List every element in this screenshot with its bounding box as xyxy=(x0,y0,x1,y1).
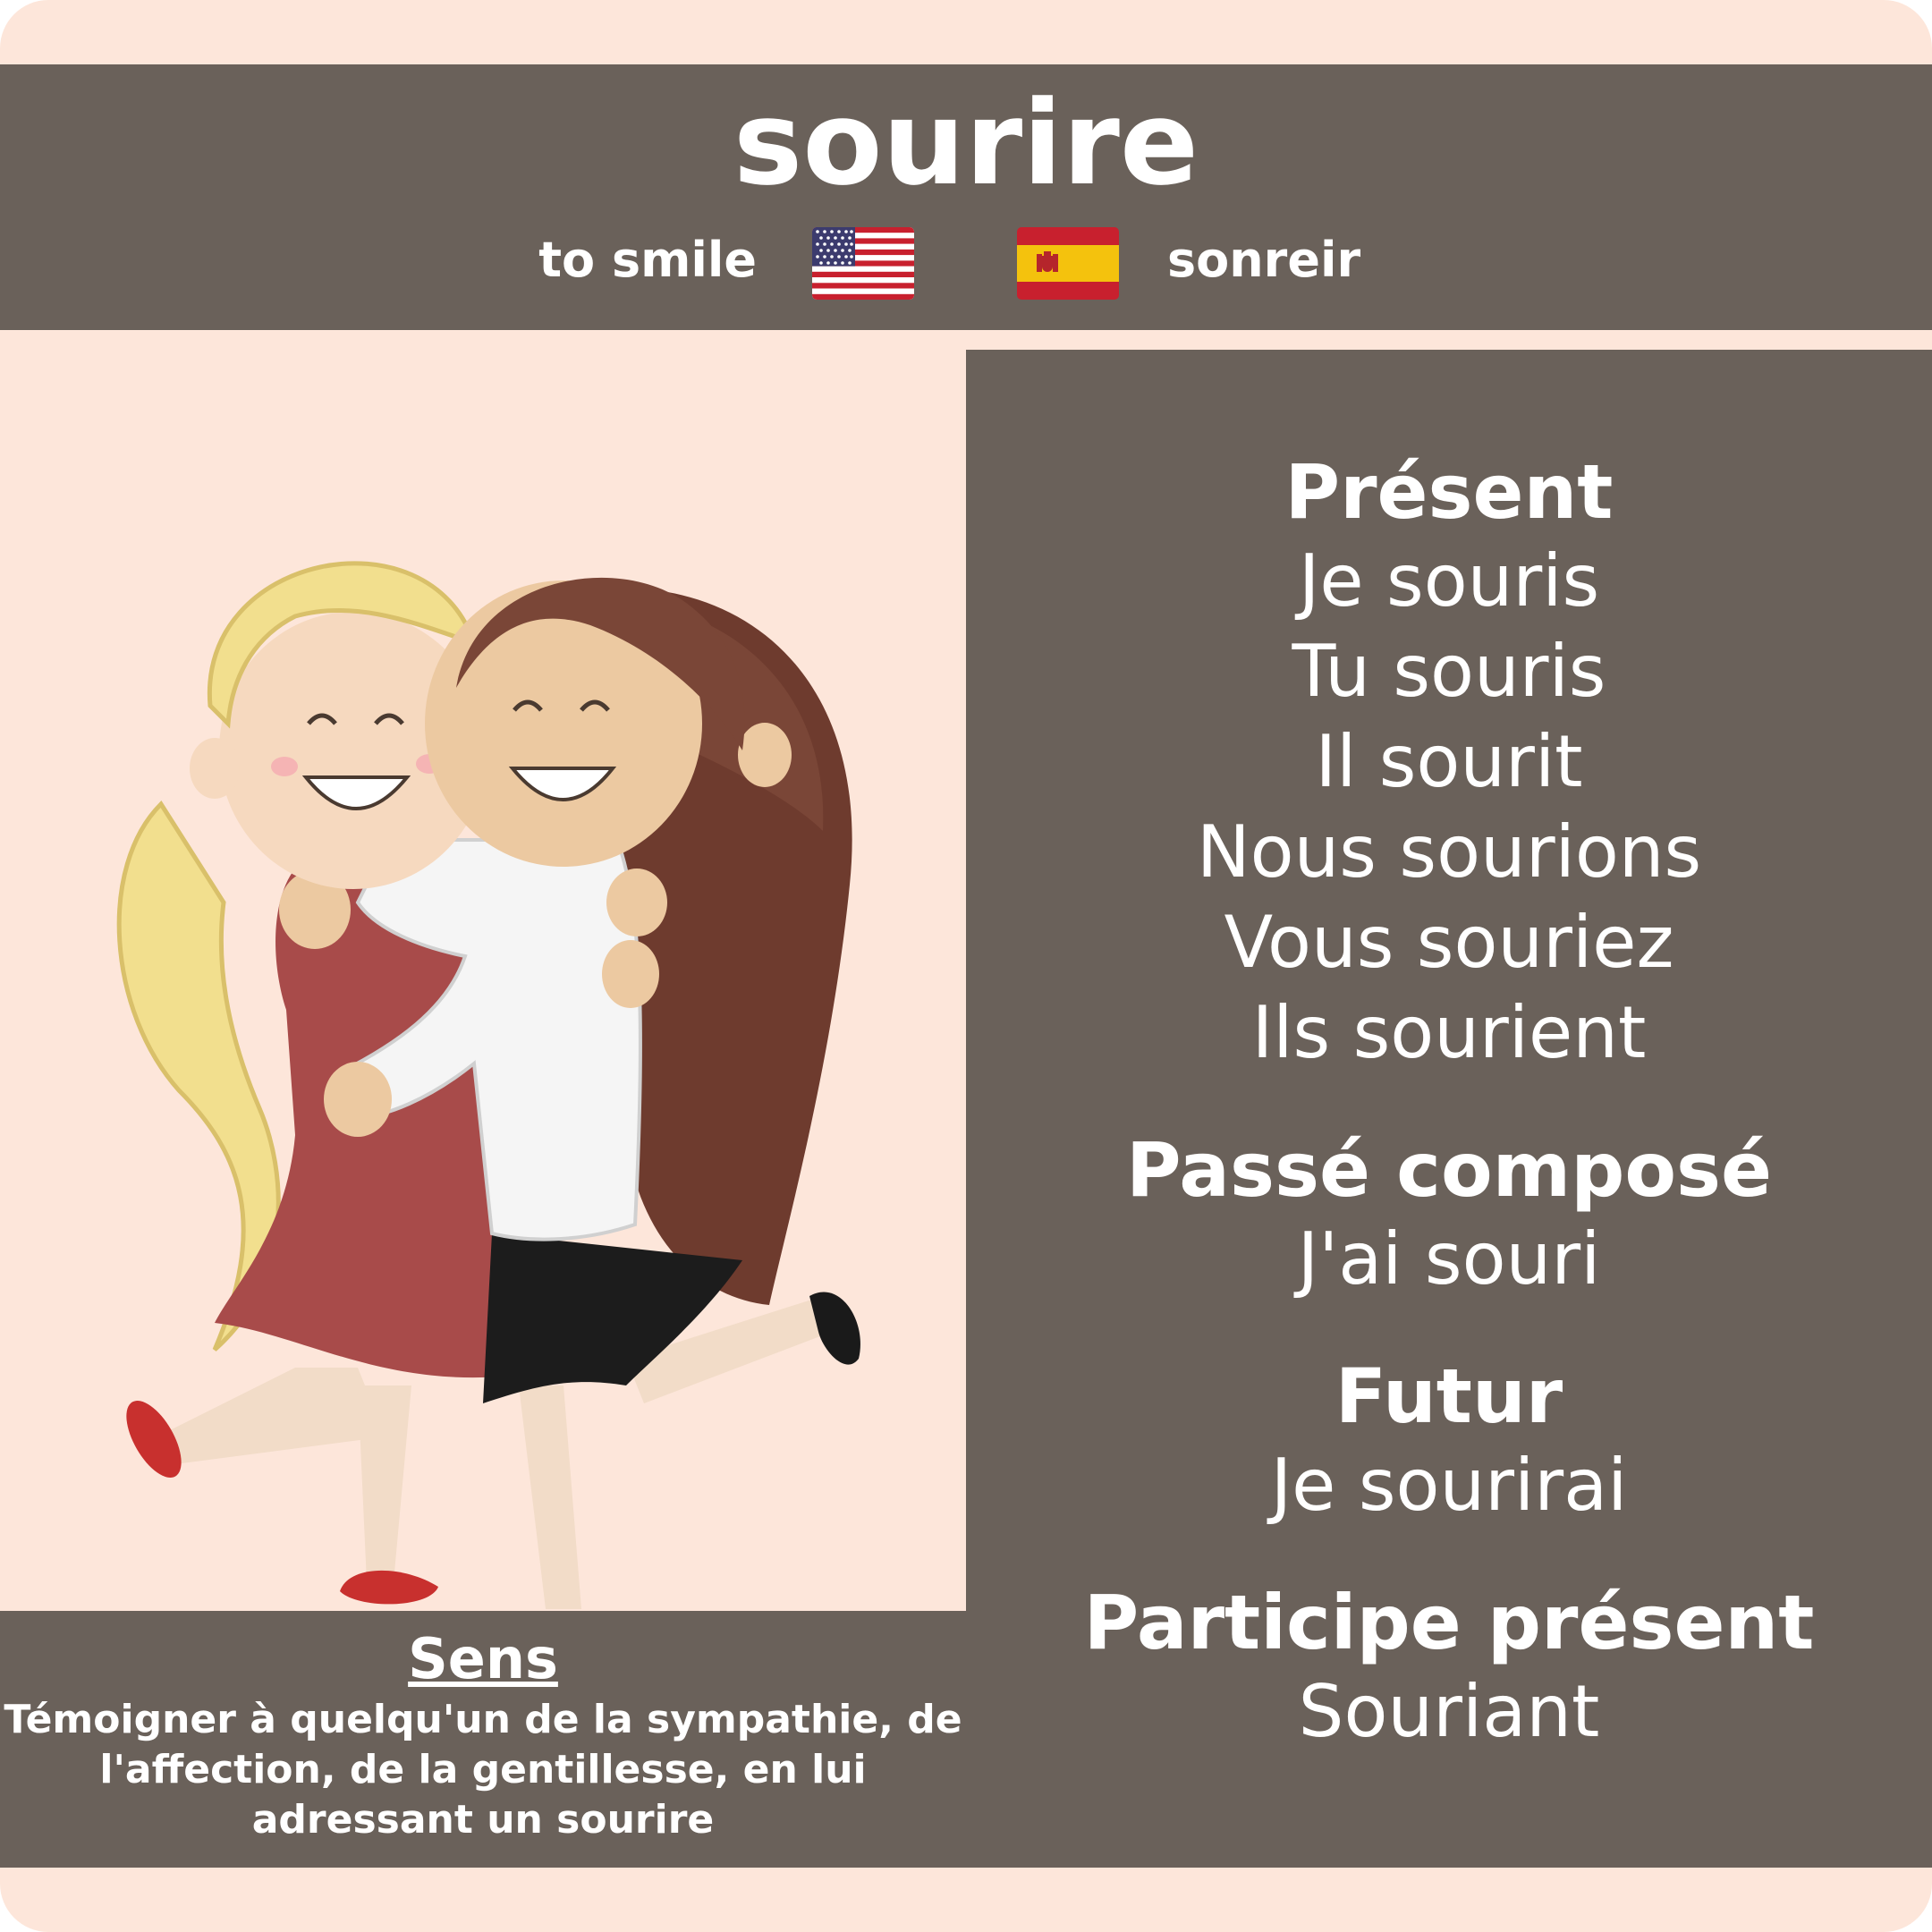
present-form-vous: Vous souriez xyxy=(1224,901,1674,984)
tense-present-title: Présent xyxy=(1284,448,1614,536)
present-form-tu: Tu souris xyxy=(1292,630,1606,713)
tense-participe-present-title: Participe présent xyxy=(1083,1579,1815,1666)
tense-passe-compose-title: Passé composé xyxy=(1125,1126,1773,1214)
meaning-text: Témoigner à quelqu'un de la sympathie, d… xyxy=(4,1697,962,1843)
present-form-ils: Ils sourient xyxy=(1251,991,1647,1074)
futur-form: Je sourirai xyxy=(1270,1444,1628,1527)
present-form-je: Je souris xyxy=(1298,539,1600,623)
conjugation-panel: Présent Je souris Tu souris Il sourit No… xyxy=(966,350,1932,1868)
present-form-il: Il sourit xyxy=(1315,720,1583,803)
verb-title: sourire xyxy=(733,75,1199,211)
english-translation: to smile xyxy=(538,232,757,288)
passe-compose-form: J'ai souri xyxy=(1297,1217,1601,1301)
spain-flag-icon xyxy=(1017,227,1119,300)
meaning-title: Sens xyxy=(408,1626,558,1691)
tense-futur-title: Futur xyxy=(1335,1352,1563,1440)
us-flag-icon xyxy=(812,227,914,300)
two-girls-hugging-illustration xyxy=(0,330,966,1664)
present-form-nous: Nous sourions xyxy=(1196,810,1702,894)
meaning-panel: Sens Témoigner à quelqu'un de la sympath… xyxy=(0,1611,966,1868)
spanish-translation: sonreir xyxy=(1167,232,1361,288)
verb-card: sourire to smile sonreir Présent Je sour… xyxy=(0,0,1932,1932)
participe-present-form: Souriant xyxy=(1298,1670,1600,1753)
